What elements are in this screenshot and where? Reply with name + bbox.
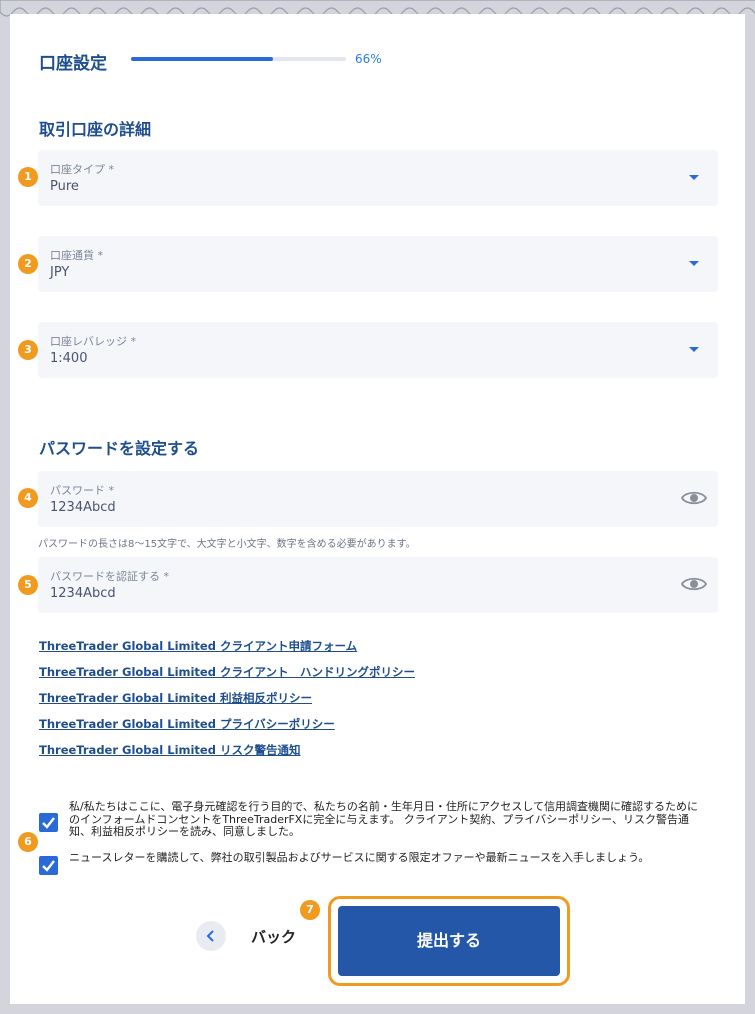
chevron-down-icon[interactable]	[689, 175, 699, 180]
password-confirm-input[interactable]: パスワードを認証する * 1234Abcd	[38, 557, 718, 613]
newsletter-text: ニュースレターを購読して、弊社の取引製品およびサービスに関する限定オファーや最新…	[69, 851, 650, 864]
back-button[interactable]	[196, 921, 226, 951]
step-badge-3: 3	[18, 340, 38, 360]
field-label: パスワード *	[50, 484, 114, 497]
step-badge-5: 5	[18, 575, 38, 595]
newsletter-checkbox[interactable]	[39, 856, 58, 875]
progress-fill	[131, 57, 273, 61]
field-value[interactable]: 1234Abcd	[50, 586, 116, 601]
consent-checkbox[interactable]	[39, 813, 58, 832]
back-label[interactable]: バック	[251, 926, 296, 947]
chevron-left-icon	[206, 930, 214, 942]
field-label: 口座レバレッジ *	[50, 335, 136, 348]
password-hint: パスワードの長さは8〜15文字で、大文字と小文字、数字を含める必要があります。	[38, 539, 416, 550]
checkmark-icon	[42, 817, 55, 829]
step-badge-2: 2	[18, 254, 38, 274]
checkmark-icon	[42, 860, 55, 872]
field-label: 口座タイプ *	[50, 163, 114, 176]
section-title-account: 取引口座の詳細	[39, 120, 152, 139]
section-title-password: パスワードを設定する	[39, 439, 200, 458]
link-risk-warning[interactable]: ThreeTrader Global Limited リスク警告通知	[39, 742, 300, 758]
field-value: 1:400	[50, 351, 88, 366]
step-badge-6: 6	[18, 832, 38, 852]
form-card: 口座設定 66% 取引口座の詳細 1 口座タイプ * Pure 2 口座通貨 *…	[10, 14, 745, 1004]
step-badge-4: 4	[18, 488, 38, 508]
progress-bar	[131, 57, 346, 61]
field-label: 口座通貨 *	[50, 249, 103, 262]
field-value: Pure	[50, 179, 79, 194]
link-privacy-policy[interactable]: ThreeTrader Global Limited プライバシーポリシー	[39, 716, 335, 732]
field-label: パスワードを認証する *	[50, 570, 169, 583]
chevron-down-icon[interactable]	[689, 261, 699, 266]
link-client-application[interactable]: ThreeTrader Global Limited クライアント申請フォーム	[39, 638, 357, 654]
submit-highlight: 提出する	[328, 896, 570, 986]
step-badge-1: 1	[18, 167, 38, 187]
field-value[interactable]: 1234Abcd	[50, 500, 116, 515]
eye-icon[interactable]	[681, 488, 707, 508]
step-badge-7: 7	[300, 900, 320, 920]
account-type-select[interactable]: 口座タイプ * Pure	[38, 150, 718, 206]
submit-button[interactable]: 提出する	[338, 906, 560, 976]
password-input[interactable]: パスワード * 1234Abcd	[38, 471, 718, 527]
link-client-handling-policy[interactable]: ThreeTrader Global Limited クライアント ハンドリング…	[39, 664, 415, 680]
field-value: JPY	[50, 265, 70, 280]
link-conflict-of-interest[interactable]: ThreeTrader Global Limited 利益相反ポリシー	[39, 690, 312, 706]
currency-select[interactable]: 口座通貨 * JPY	[38, 236, 718, 292]
step-title: 口座設定	[39, 54, 107, 74]
consent-text: 私/私たちはここに、電子身元確認を行う目的で、私たちの名前・生年月日・住所にアク…	[69, 800, 699, 838]
chevron-down-icon[interactable]	[689, 347, 699, 352]
progress-percent: 66%	[355, 52, 382, 66]
leverage-select[interactable]: 口座レバレッジ * 1:400	[38, 322, 718, 378]
eye-icon[interactable]	[681, 574, 707, 594]
